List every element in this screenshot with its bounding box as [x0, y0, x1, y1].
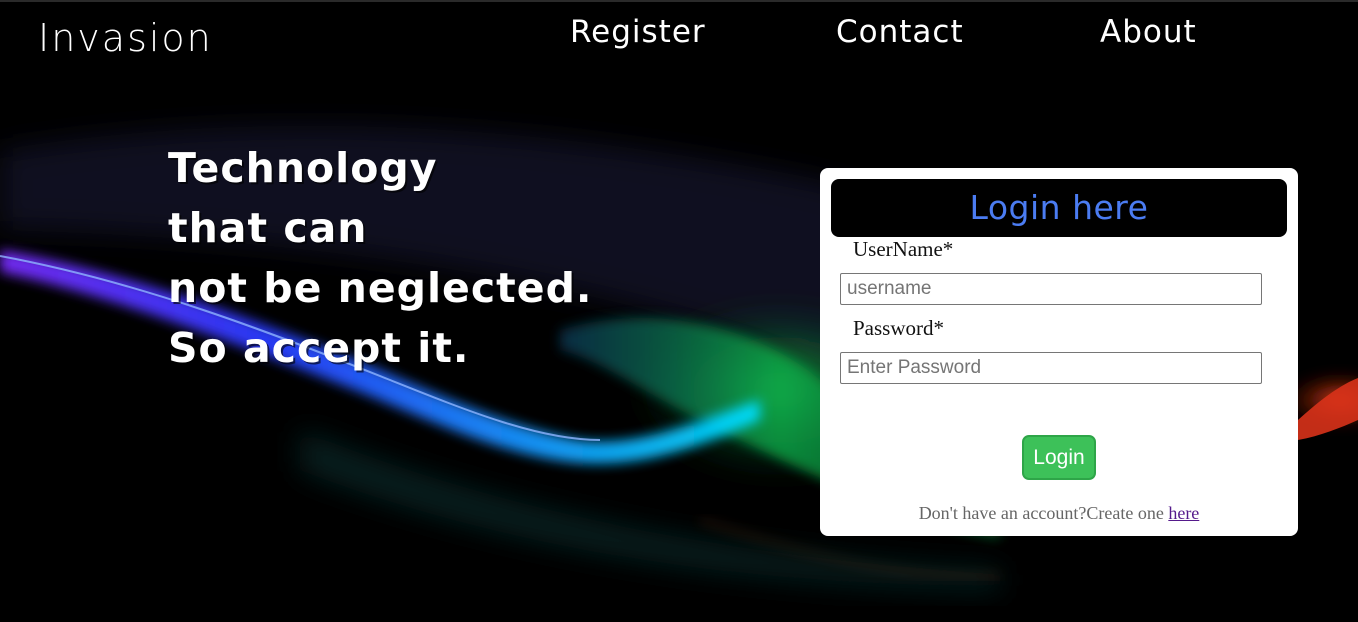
hero-line: So accept it. — [168, 324, 470, 372]
hero-line: not be neglected. — [168, 264, 593, 312]
password-input[interactable] — [840, 352, 1262, 384]
signup-prompt-text: Don't have an account?Create one — [918, 503, 1169, 523]
nav-about-link[interactable]: About — [1100, 14, 1197, 50]
hero-tagline: Technology that can not be neglected. So… — [168, 138, 593, 378]
login-form-card: Login here UserName* Password* Login Don… — [820, 168, 1298, 536]
signup-prompt: Don't have an account?Create one here — [820, 503, 1298, 524]
signup-link[interactable]: here — [1168, 503, 1199, 523]
login-button[interactable]: Login — [1022, 435, 1096, 480]
login-header: Login here — [831, 179, 1287, 237]
username-label: UserName* — [853, 237, 954, 261]
nav-register-link[interactable]: Register — [570, 14, 706, 50]
nav-contact-link[interactable]: Contact — [836, 14, 964, 50]
hero-line: Technology — [168, 144, 438, 192]
username-input[interactable] — [840, 273, 1262, 305]
brand-logo[interactable]: Invasion — [38, 16, 213, 60]
hero-line: that can — [168, 204, 368, 252]
login-title: Login here — [969, 188, 1149, 227]
password-label: Password* — [853, 316, 945, 340]
